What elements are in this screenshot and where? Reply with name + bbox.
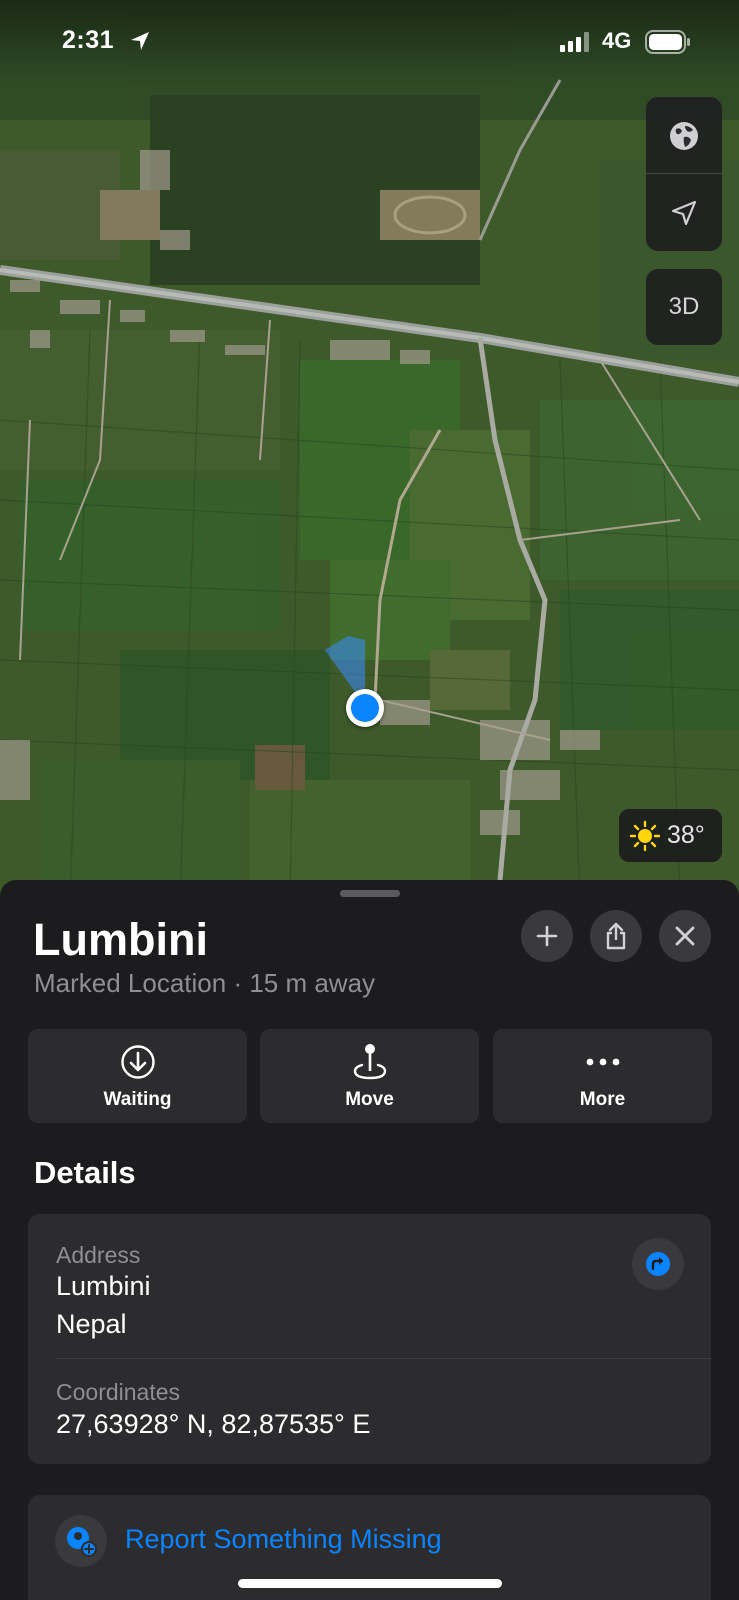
ellipsis-icon — [586, 1058, 619, 1066]
more-label: More — [579, 1089, 626, 1110]
details-heading: Details — [34, 1155, 136, 1190]
add-to-guide-button[interactable] — [521, 910, 573, 962]
report-missing-link[interactable]: Report Something Missing — [125, 1524, 442, 1555]
card-divider — [56, 1358, 711, 1359]
arrow-down-circle-icon — [120, 1045, 155, 1079]
user-location-dot[interactable] — [346, 689, 384, 727]
move-label: Move — [345, 1089, 394, 1110]
share-button[interactable] — [590, 910, 642, 962]
status-bar: 2:31 4G — [0, 0, 739, 86]
home-indicator[interactable] — [238, 1579, 502, 1588]
network-type: 4G — [602, 28, 632, 53]
more-action-button[interactable]: More — [493, 1029, 712, 1123]
share-icon — [606, 922, 626, 950]
sheet-grabber[interactable] — [340, 890, 400, 897]
address-line2[interactable]: Nepal — [56, 1309, 127, 1340]
pin-move-icon — [353, 1044, 386, 1080]
directions-icon — [646, 1252, 670, 1276]
address-label: Address — [56, 1242, 141, 1268]
satellite-map[interactable] — [0, 0, 739, 900]
map-mode-button[interactable] — [646, 97, 722, 174]
sun-icon — [629, 820, 661, 851]
battery-icon — [645, 30, 690, 54]
plus-icon — [536, 925, 558, 947]
report-button-icon-wrap[interactable] — [55, 1515, 107, 1567]
view-3d-label: 3D — [668, 293, 700, 320]
map-controls — [646, 97, 722, 251]
weather-temperature: 38° — [667, 821, 705, 849]
globe-icon — [670, 121, 698, 150]
cellular-signal-icon — [560, 32, 589, 52]
place-title: Lumbini — [33, 914, 208, 965]
place-subtitle: Marked Location · 15 m away — [34, 968, 376, 998]
report-pin-icon — [67, 1527, 97, 1557]
view-3d-button[interactable]: 3D — [646, 269, 722, 345]
address-line1[interactable]: Lumbini — [56, 1271, 151, 1302]
directions-button[interactable] — [632, 1238, 684, 1290]
waiting-label: Waiting — [103, 1089, 172, 1110]
weather-badge[interactable]: 38° — [619, 809, 722, 862]
details-card: Address Lumbini Nepal Coordinates 27,639… — [28, 1214, 711, 1464]
current-location-button[interactable] — [646, 174, 722, 251]
location-arrow-icon — [671, 200, 697, 225]
coordinates-label: Coordinates — [56, 1379, 181, 1405]
close-icon — [675, 926, 695, 946]
waiting-action-button[interactable]: Waiting — [28, 1029, 247, 1123]
location-services-icon — [131, 32, 149, 50]
move-action-button[interactable]: Move — [260, 1029, 479, 1123]
place-sheet: Lumbini Marked Location · 15 m away Wait… — [0, 880, 739, 1600]
close-button[interactable] — [659, 910, 711, 962]
status-time: 2:31 — [62, 26, 115, 54]
coordinates-value[interactable]: 27,63928° N, 82,87535° E — [56, 1409, 370, 1440]
